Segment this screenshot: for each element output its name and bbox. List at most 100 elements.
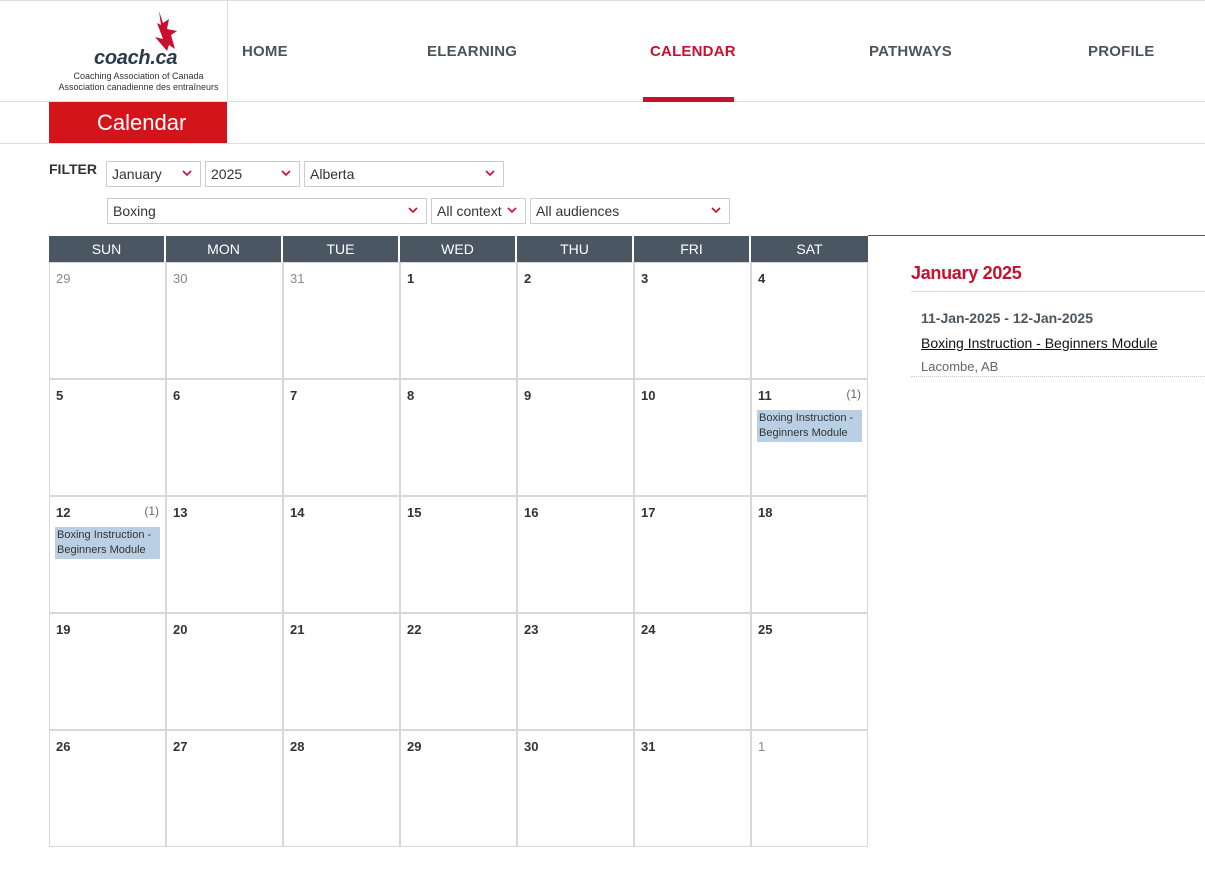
month-select[interactable]: January	[106, 161, 201, 187]
calendar-day-cell[interactable]: 17	[634, 496, 751, 613]
calendar-day-cell[interactable]: 26	[49, 730, 166, 847]
day-number: 6	[173, 388, 181, 403]
calendar-day-cell[interactable]: 30	[517, 730, 634, 847]
day-number: 9	[524, 388, 532, 403]
nav-pathways[interactable]: PATHWAYS	[869, 43, 952, 60]
event-count: (1)	[144, 504, 159, 518]
calendar-day-cell[interactable]: 7	[283, 379, 400, 496]
nav-profile[interactable]: PROFILE	[1088, 43, 1154, 60]
site-header: coach.ca Coaching Association of Canada …	[0, 0, 1205, 102]
nav-home[interactable]: HOME	[242, 43, 288, 60]
day-number: 12	[56, 505, 71, 520]
calendar-day-cell[interactable]: 31	[634, 730, 751, 847]
logo-wordmark: coach.ca	[94, 47, 178, 69]
chevron-down-icon	[408, 207, 418, 214]
sport-select[interactable]: Boxing	[107, 198, 427, 224]
calendar-day-cell[interactable]: 11 (1) Boxing Instruction - Beginners Modu…	[751, 379, 868, 496]
calendar-day-cell[interactable]: 16	[517, 496, 634, 613]
day-number: 14	[290, 505, 305, 520]
calendar-day-cell[interactable]: 12 (1) Boxing Instruction - Beginners Modu…	[49, 496, 166, 613]
event-location: Lacombe, AB	[921, 359, 999, 374]
chevron-down-icon	[281, 170, 291, 177]
calendar-day-cell[interactable]: 20	[166, 613, 283, 730]
calendar-week-row: 12 (1) Boxing Instruction - Beginners Modu…	[49, 496, 868, 613]
calendar-day-cell[interactable]: 29	[49, 262, 166, 379]
calendar-day-cell[interactable]: 14	[283, 496, 400, 613]
day-number: 31	[641, 739, 656, 754]
day-number: 31	[290, 271, 305, 286]
calendar-day-cell[interactable]: 27	[166, 730, 283, 847]
day-number: 8	[407, 388, 415, 403]
calendar-day-cell[interactable]: 24	[634, 613, 751, 730]
day-number: 15	[407, 505, 422, 520]
day-number: 23	[524, 622, 539, 637]
day-number: 11	[758, 388, 772, 403]
calendar-day-cell[interactable]: 9	[517, 379, 634, 496]
calendar-day-cell[interactable]: 25	[751, 613, 868, 730]
calendar-day-cell[interactable]: 10	[634, 379, 751, 496]
event-title-link[interactable]: Boxing Instruction - Beginners Module	[921, 335, 1158, 351]
chevron-down-icon	[182, 170, 192, 177]
calendar-day-cell[interactable]: 30	[166, 262, 283, 379]
calendar-week-row: 26 27 28 29 30 31 1	[49, 730, 868, 847]
day-number: 30	[173, 271, 188, 286]
weekday-label: SUN	[49, 236, 166, 262]
calendar-day-cell[interactable]: 6	[166, 379, 283, 496]
sport-select-value: Boxing	[113, 203, 156, 219]
calendar-day-cell[interactable]: 21	[283, 613, 400, 730]
day-number: 13	[173, 505, 188, 520]
calendar-day-cell[interactable]: 8	[400, 379, 517, 496]
day-number: 30	[524, 739, 539, 754]
calendar-day-cell[interactable]: 31	[283, 262, 400, 379]
event-count: (1)	[846, 387, 861, 401]
month-calendar: SUN MON TUE WED THU FRI SAT 29 30 31 1 2 3 4 5 6…	[49, 236, 868, 847]
context-select[interactable]: All context	[431, 198, 526, 224]
calendar-day-cell[interactable]: 3	[634, 262, 751, 379]
weekday-label: TUE	[283, 236, 400, 262]
calendar-week-row: 19 20 21 22 23 24 25	[49, 613, 868, 730]
weekday-label: MON	[166, 236, 283, 262]
calendar-day-cell[interactable]: 5	[49, 379, 166, 496]
calendar-day-cell[interactable]: 13	[166, 496, 283, 613]
calendar-day-cell[interactable]: 28	[283, 730, 400, 847]
divider	[911, 291, 1205, 292]
calendar-day-cell[interactable]: 2	[517, 262, 634, 379]
province-select[interactable]: Alberta	[304, 161, 504, 187]
calendar-day-cell[interactable]: 19	[49, 613, 166, 730]
province-select-value: Alberta	[310, 166, 355, 182]
calendar-day-cell[interactable]: 1	[400, 262, 517, 379]
chevron-down-icon	[507, 207, 517, 214]
divider	[911, 376, 1205, 377]
chevron-down-icon	[485, 170, 495, 177]
event-list-panel: January 2025 11-Jan-2025 - 12-Jan-2025 B…	[868, 235, 1205, 377]
calendar-day-cell[interactable]: 15	[400, 496, 517, 613]
day-number: 25	[758, 622, 773, 637]
calendar-day-cell[interactable]: 1	[751, 730, 868, 847]
day-number: 2	[524, 271, 532, 286]
audience-select[interactable]: All audiences	[530, 198, 730, 224]
calendar-day-cell[interactable]: 23	[517, 613, 634, 730]
year-select[interactable]: 2025	[205, 161, 300, 187]
calendar-day-cell[interactable]: 4	[751, 262, 868, 379]
page-title-bar: Calendar	[0, 102, 1205, 144]
day-number: 29	[56, 271, 71, 286]
calendar-event[interactable]: Boxing Instruction - Beginners Module	[757, 410, 862, 442]
calendar-day-cell[interactable]: 18	[751, 496, 868, 613]
calendar-event[interactable]: Boxing Instruction - Beginners Module	[55, 527, 160, 559]
day-number: 1	[758, 739, 766, 754]
day-number: 10	[641, 388, 656, 403]
nav-elearning[interactable]: ELEARNING	[427, 43, 517, 60]
calendar-day-cell[interactable]: 22	[400, 613, 517, 730]
month-select-value: January	[112, 166, 162, 182]
calendar-grid: 29 30 31 1 2 3 4 5 6 7 8 9 10 11 (1) Boxing Instruction…	[49, 262, 868, 847]
chevron-down-icon	[711, 207, 721, 214]
calendar-week-row: 5 6 7 8 9 10 11 (1) Boxing Instruction - Beginne…	[49, 379, 868, 496]
day-number: 4	[758, 271, 766, 286]
day-number: 7	[290, 388, 298, 403]
year-select-value: 2025	[211, 166, 243, 182]
coach-logo[interactable]: coach.ca Coaching Association of Canada …	[49, 1, 228, 102]
event-list-month: January 2025	[911, 263, 1022, 283]
audience-select-value: All audiences	[536, 203, 620, 219]
nav-calendar[interactable]: CALENDAR	[650, 43, 736, 60]
calendar-day-cell[interactable]: 29	[400, 730, 517, 847]
